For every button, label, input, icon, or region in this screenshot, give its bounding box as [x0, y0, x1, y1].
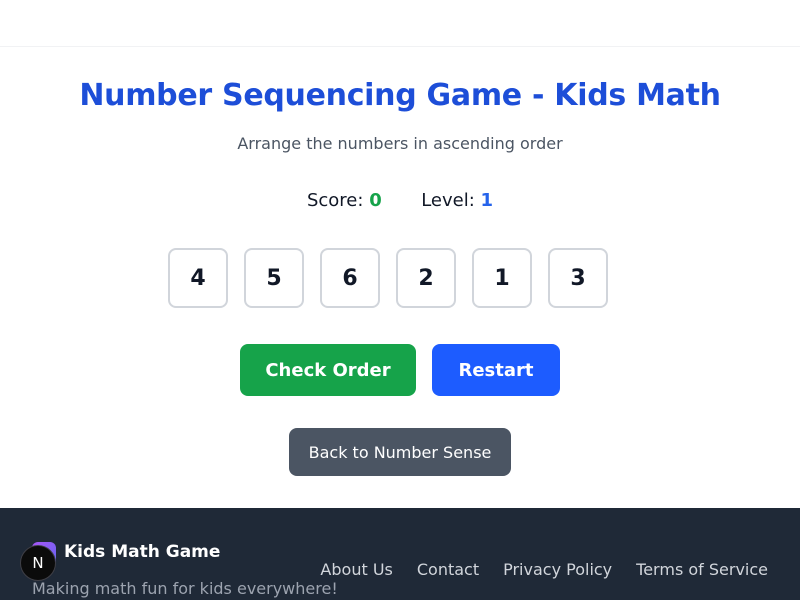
number-tile[interactable]: 5	[244, 248, 304, 308]
score-label: Score:	[306, 190, 364, 211]
number-tiles: 4 5 6 2 1 3	[168, 248, 608, 308]
number-tile[interactable]: 2	[396, 248, 456, 308]
footer-link-terms[interactable]: Terms of Service	[636, 560, 768, 579]
page-title: Number Sequencing Game - Kids Math	[79, 78, 721, 113]
footer-tagline: Making math fun for kids everywhere!	[32, 579, 338, 598]
number-tile[interactable]: 3	[548, 248, 608, 308]
footer-brand: Kids Math Game	[64, 542, 221, 562]
footer-link-about[interactable]: About Us	[320, 560, 392, 579]
number-tile[interactable]: 6	[320, 248, 380, 308]
footer-link-privacy[interactable]: Privacy Policy	[503, 560, 612, 579]
level-value: 1	[480, 190, 494, 211]
restart-button[interactable]: Restart	[432, 344, 560, 396]
footer-link-contact[interactable]: Contact	[417, 560, 479, 579]
header-divider	[0, 46, 800, 47]
check-order-button[interactable]: Check Order	[240, 344, 416, 396]
number-tile[interactable]: 4	[168, 248, 228, 308]
back-to-number-sense-button[interactable]: Back to Number Sense	[289, 428, 511, 476]
level-label: Level:	[421, 190, 475, 211]
number-tile[interactable]: 1	[472, 248, 532, 308]
stats-bar: Score: 0 Level: 1	[0, 190, 800, 211]
instructions: Arrange the numbers in ascending order	[237, 134, 563, 153]
footer-nav: About Us Contact Privacy Policy Terms of…	[320, 560, 768, 579]
dev-tools-badge-icon[interactable]: N	[20, 545, 56, 581]
score-value: 0	[369, 190, 382, 211]
footer: Kids Math Game Making math fun for kids …	[0, 508, 800, 600]
